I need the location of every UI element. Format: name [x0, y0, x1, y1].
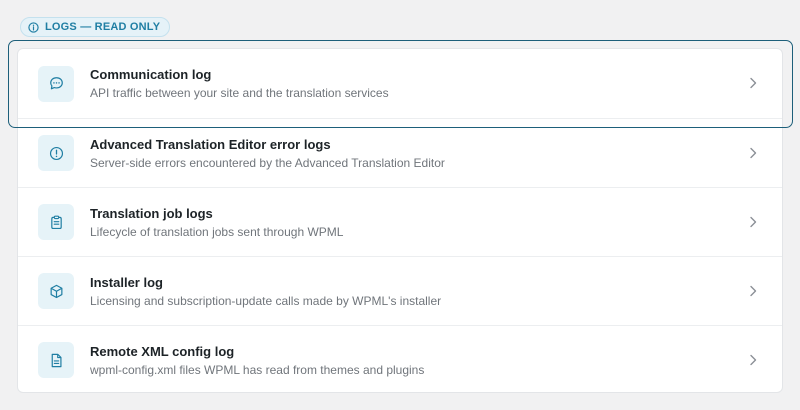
- chevron-right-icon: [750, 216, 757, 228]
- package-box-icon: [38, 273, 74, 309]
- chat-bubble-icon: [38, 65, 74, 102]
- chevron-right-icon: [750, 77, 757, 89]
- logs-list: Communication log API traffic between yo…: [17, 48, 783, 393]
- read-only-badge: LOGS — READ ONLY: [20, 17, 171, 37]
- log-subtitle: API traffic between your site and the tr…: [90, 86, 389, 100]
- log-row-communication[interactable]: Communication log API traffic between yo…: [18, 49, 782, 118]
- alert-circle-icon: [38, 135, 74, 171]
- log-row-remote-xml[interactable]: Remote XML config log wpml-config.xml fi…: [18, 325, 782, 392]
- log-title: Advanced Translation Editor error logs: [90, 137, 331, 152]
- info-icon: [28, 21, 39, 33]
- log-title: Installer log: [90, 275, 163, 290]
- log-title: Remote XML config log: [90, 344, 235, 359]
- clipboard-icon: [38, 204, 74, 240]
- badge-label: LOGS — READ ONLY: [45, 21, 161, 33]
- log-subtitle: Server-side errors encountered by the Ad…: [90, 156, 445, 170]
- log-subtitle: Licensing and subscription-update calls …: [90, 294, 442, 308]
- log-title: Communication log: [90, 67, 212, 82]
- log-row-installer[interactable]: Installer log Licensing and subscription…: [18, 256, 782, 325]
- log-subtitle: wpml-config.xml files WPML has read from…: [90, 363, 425, 377]
- chevron-right-icon: [750, 147, 757, 159]
- log-title: Translation job logs: [90, 206, 213, 221]
- chevron-right-icon: [750, 285, 757, 297]
- document-icon: [38, 342, 74, 378]
- log-subtitle: Lifecycle of translation jobs sent throu…: [90, 225, 344, 239]
- log-row-translation-jobs[interactable]: Translation job logs Lifecycle of transl…: [18, 187, 782, 256]
- log-row-ate-errors[interactable]: Advanced Translation Editor error logs S…: [18, 118, 782, 187]
- chevron-right-icon: [750, 354, 757, 366]
